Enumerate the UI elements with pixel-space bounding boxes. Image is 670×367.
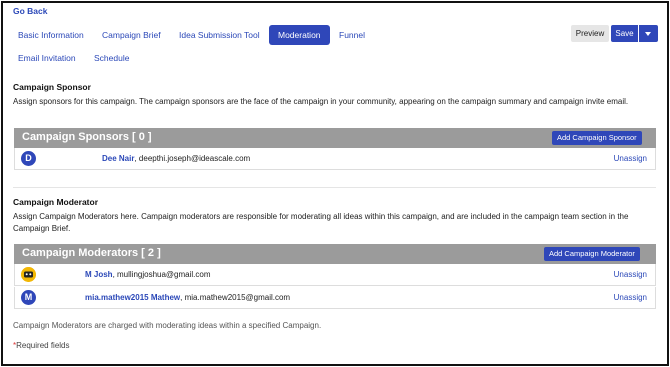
tab-funnel[interactable]: Funnel bbox=[339, 25, 365, 45]
add-campaign-moderator-button[interactable]: Add Campaign Moderator bbox=[544, 247, 640, 261]
tab-campaign-brief[interactable]: Campaign Brief bbox=[102, 25, 161, 45]
add-campaign-sponsor-button[interactable]: Add Campaign Sponsor bbox=[552, 131, 642, 145]
member-email: , deepthi.joseph@ideascale.com bbox=[134, 154, 251, 163]
required-fields-note: *Required fields bbox=[13, 341, 70, 350]
save-options-dropdown[interactable] bbox=[639, 25, 658, 42]
member-info: Dee Nair, deepthi.joseph@ideascale.com bbox=[102, 154, 250, 163]
member-name-link[interactable]: mia.mathew2015 Mathew bbox=[85, 293, 180, 302]
moderator-note: Campaign Moderators are charged with mod… bbox=[13, 321, 322, 330]
preview-button[interactable]: Preview bbox=[571, 25, 609, 42]
sponsor-row: D Dee Nair, deepthi.joseph@ideascale.com… bbox=[14, 148, 656, 170]
tab-moderation[interactable]: Moderation bbox=[269, 25, 330, 45]
unassign-link[interactable]: Unassign bbox=[614, 154, 647, 163]
member-email: , mullingjoshua@gmail.com bbox=[112, 270, 211, 279]
tab-basic-information[interactable]: Basic Information bbox=[18, 25, 84, 45]
member-email: , mia.mathew2015@gmail.com bbox=[180, 293, 291, 302]
moderator-row: M Josh, mullingjoshua@gmail.com Unassign bbox=[14, 264, 656, 286]
moderator-row: M mia.mathew2015 Mathew, mia.mathew2015@… bbox=[14, 287, 656, 309]
member-name-link[interactable]: Dee Nair bbox=[102, 154, 134, 163]
required-text: Required fields bbox=[16, 341, 70, 350]
moderator-heading: Campaign Moderator bbox=[13, 197, 99, 207]
moderator-description: Assign Campaign Moderators here. Campaig… bbox=[13, 212, 629, 233]
unassign-link[interactable]: Unassign bbox=[614, 293, 647, 302]
sponsors-panel-header: Campaign Sponsors [ 0 ] Add Campaign Spo… bbox=[14, 128, 656, 148]
user-avatar-icon bbox=[21, 267, 36, 282]
save-button[interactable]: Save bbox=[611, 25, 638, 42]
go-back-link[interactable]: Go Back bbox=[13, 6, 48, 16]
sponsors-panel-title: Campaign Sponsors [ 0 ] bbox=[22, 131, 152, 143]
sponsor-description: Assign sponsors for this campaign. The c… bbox=[13, 97, 629, 106]
tab-email-invitation[interactable]: Email Invitation bbox=[18, 48, 76, 68]
avatar: D bbox=[21, 151, 36, 166]
unassign-link[interactable]: Unassign bbox=[614, 270, 647, 279]
member-info: mia.mathew2015 Mathew, mia.mathew2015@gm… bbox=[85, 293, 290, 302]
tab-idea-submission-tool[interactable]: Idea Submission Tool bbox=[179, 25, 260, 45]
member-name-link[interactable]: M Josh bbox=[85, 270, 113, 279]
section-divider bbox=[13, 187, 656, 188]
moderators-panel-title: Campaign Moderators [ 2 ] bbox=[22, 247, 161, 259]
sponsor-heading: Campaign Sponsor bbox=[13, 82, 91, 92]
member-info: M Josh, mullingjoshua@gmail.com bbox=[85, 270, 211, 279]
avatar: M bbox=[21, 290, 36, 305]
moderators-panel-header: Campaign Moderators [ 2 ] Add Campaign M… bbox=[14, 244, 656, 264]
chevron-down-icon bbox=[645, 32, 651, 36]
tab-schedule[interactable]: Schedule bbox=[94, 48, 129, 68]
